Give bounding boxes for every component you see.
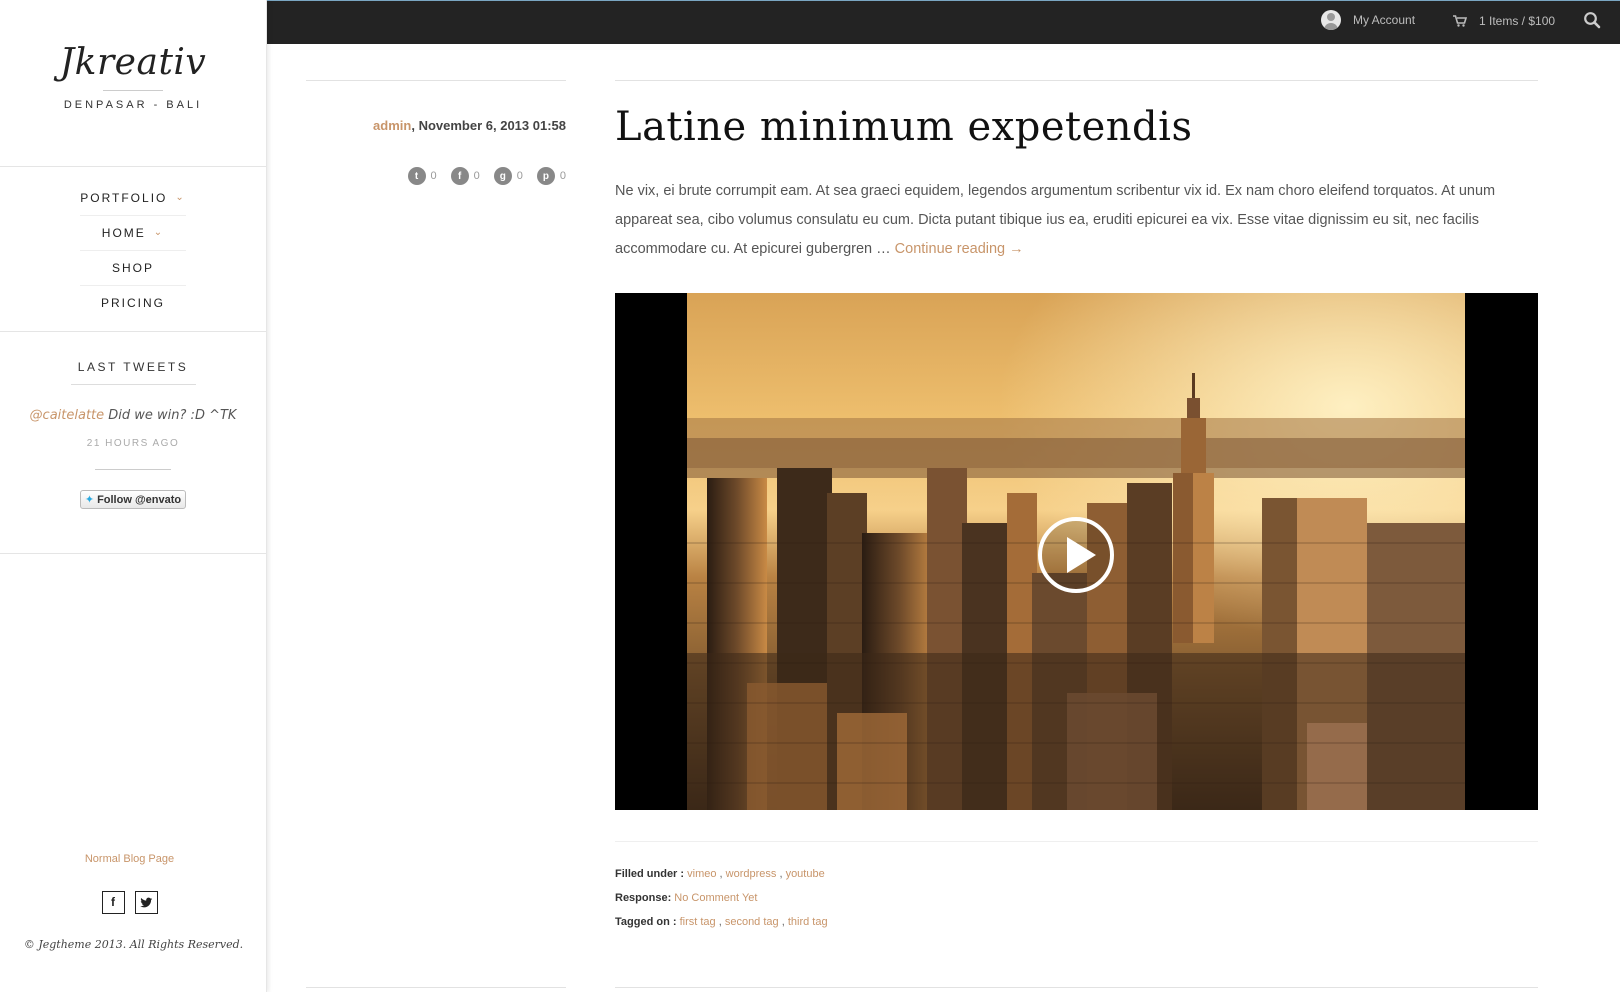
post-date: , November 6, 2013 01:58	[411, 118, 566, 133]
social-icons: f	[0, 891, 267, 914]
post-author-link[interactable]: admin	[373, 118, 411, 133]
share-count: 0	[430, 170, 437, 182]
widget-title: LAST TWEETS	[70, 360, 196, 385]
sidebar: Jkreativ DENPASAR - BALI PORTFOLIO ⌄ HOME…	[0, 0, 267, 992]
post-title[interactable]: Latine minimum expetendis	[615, 104, 1192, 150]
site-logo[interactable]: Jkreativ	[0, 40, 266, 86]
cart-link[interactable]: 1 Items / $100	[1453, 14, 1555, 28]
category-link[interactable]: vimeo	[687, 868, 716, 880]
share-google-plus[interactable]: g 0	[493, 167, 523, 185]
tweet-time[interactable]: 21 HOURS AGO	[0, 438, 266, 449]
blog-page-link[interactable]: Normal Blog Page	[0, 853, 267, 865]
brand-divider	[103, 90, 163, 91]
main-menu: PORTFOLIO ⌄ HOME ⌄ SHOP PRICING	[0, 167, 266, 332]
meta-top-divider	[306, 80, 566, 81]
response-label: Response:	[615, 892, 675, 904]
cart-icon	[1453, 15, 1467, 27]
last-tweets-widget: LAST TWEETS @caitelatte Did we win? :D ^…	[0, 332, 266, 554]
copyright: © Jegtheme 2013. All Rights Reserved.	[23, 938, 244, 951]
menu-item-shop[interactable]: SHOP	[80, 251, 186, 286]
tag-link[interactable]: third tag	[788, 916, 828, 928]
next-meta-divider	[306, 987, 566, 988]
filed-under-label: Filled under :	[615, 868, 688, 880]
my-account-link[interactable]: My Account	[1321, 10, 1415, 30]
menu-item-home[interactable]: HOME ⌄	[80, 216, 186, 251]
follow-button[interactable]: ✦ Follow @envato	[79, 490, 187, 509]
tagged-on-row: Tagged on : first tag , second tag , thi…	[615, 916, 828, 928]
tag-link[interactable]: second tag	[725, 916, 779, 928]
category-link[interactable]: wordpress	[726, 868, 777, 880]
post-meta: admin, November 6, 2013 01:58	[300, 118, 566, 133]
tweet-divider	[95, 469, 171, 470]
post-footer-divider	[615, 841, 1538, 842]
twitter-bird-icon: ✦	[84, 494, 95, 506]
post-excerpt: Ne vix, ei brute corrumpit eam. At sea g…	[615, 177, 1535, 264]
post-taxonomy: Filled under : vimeo , wordpress , youtu…	[615, 862, 828, 934]
avatar-icon	[1321, 10, 1341, 30]
next-post-divider	[615, 987, 1538, 988]
menu-item-pricing[interactable]: PRICING	[80, 286, 186, 321]
follow-label: Follow @envato	[97, 494, 182, 506]
pinterest-icon: p	[536, 167, 555, 185]
twitter-icon: t	[407, 167, 426, 185]
share-count: 0	[473, 170, 480, 182]
response-row: Response: No Comment Yet	[615, 886, 828, 910]
category-link[interactable]: youtube	[786, 868, 825, 880]
share-pinterest[interactable]: p 0	[536, 167, 566, 185]
share-count: 0	[559, 170, 566, 182]
share-buttons: t 0 f 0 g 0 p 0	[407, 167, 566, 185]
share-twitter[interactable]: t 0	[407, 167, 437, 185]
brand: Jkreativ DENPASAR - BALI	[0, 0, 266, 167]
facebook-icon: f	[450, 167, 469, 185]
play-icon[interactable]	[1036, 515, 1116, 595]
tag-link[interactable]: first tag	[680, 916, 716, 928]
share-count: 0	[516, 170, 523, 182]
search-icon[interactable]	[1583, 11, 1601, 29]
continue-reading-link[interactable]: Continue reading →	[895, 241, 1024, 257]
twitter-icon[interactable]	[134, 891, 158, 914]
top-bar: My Account 1 Items / $100	[266, 0, 1620, 44]
tweet-user-link[interactable]: @caitelatte	[30, 408, 105, 423]
site-tagline: DENPASAR - BALI	[63, 99, 203, 111]
account-label: My Account	[1353, 13, 1416, 27]
share-facebook[interactable]: f 0	[450, 167, 480, 185]
menu-item-label: HOME	[101, 226, 146, 240]
excerpt-text: Ne vix, ei brute corrumpit eam. At sea g…	[615, 183, 1496, 257]
post-top-divider	[615, 80, 1538, 81]
video-player[interactable]	[615, 293, 1538, 810]
menu-item-label: SHOP	[111, 261, 154, 275]
menu-item-label: PRICING	[100, 296, 165, 310]
sidebar-footer: Normal Blog Page f © Jegtheme 2013. All …	[0, 853, 267, 951]
facebook-icon[interactable]: f	[101, 891, 125, 914]
comments-link[interactable]: No Comment Yet	[674, 892, 757, 904]
google-plus-icon: g	[493, 167, 512, 185]
tweet-text: Did we win? :D ^TK	[104, 408, 237, 423]
tweet: @caitelatte Did we win? :D ^TK	[0, 408, 266, 423]
tagged-on-label: Tagged on :	[615, 916, 680, 928]
menu-item-portfolio[interactable]: PORTFOLIO ⌄	[80, 181, 186, 216]
menu-item-label: PORTFOLIO	[80, 191, 168, 205]
cart-summary: 1 Items / $100	[1479, 14, 1556, 28]
chevron-down-icon: ⌄	[153, 227, 165, 238]
twitter-bird-icon	[139, 897, 152, 908]
chevron-down-icon: ⌄	[175, 192, 186, 203]
filed-under-row: Filled under : vimeo , wordpress , youtu…	[615, 868, 825, 880]
